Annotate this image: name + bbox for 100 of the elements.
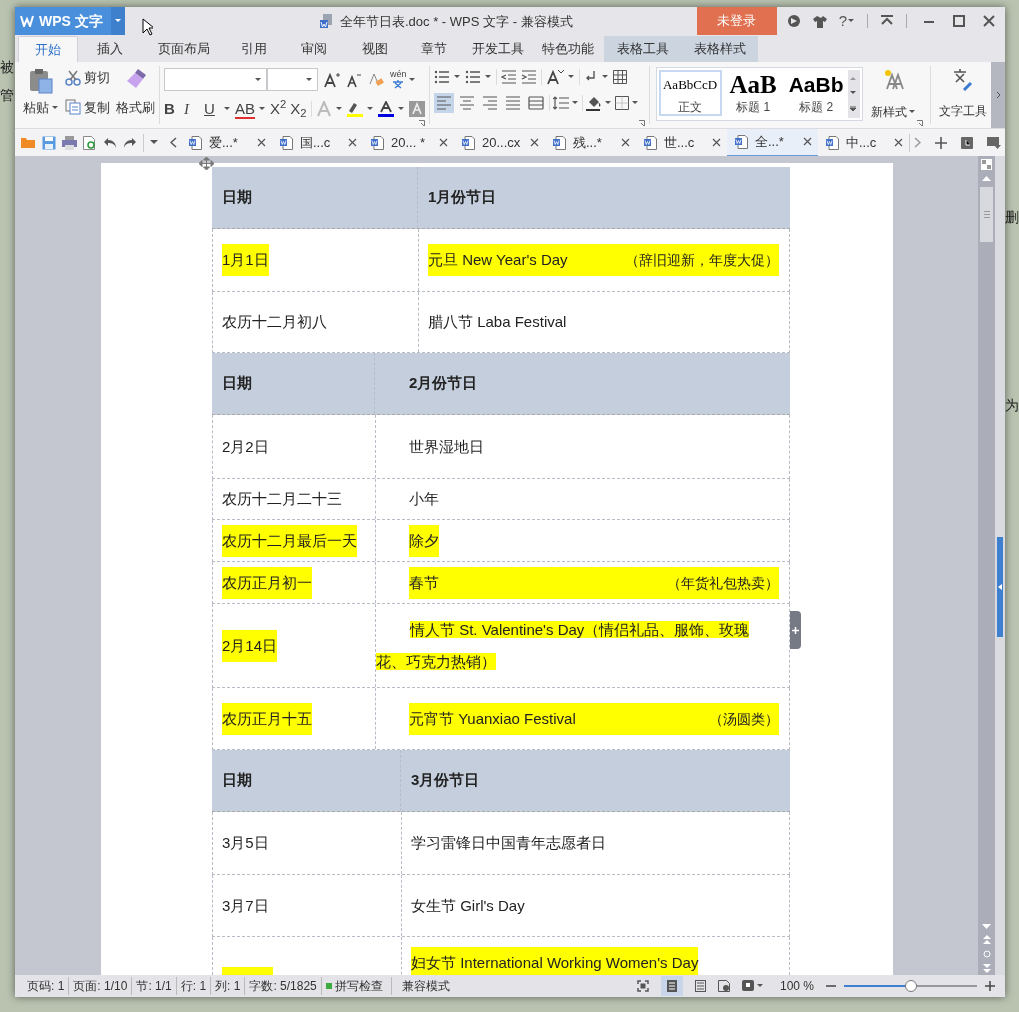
font-size-field[interactable] — [267, 68, 318, 91]
shirt-icon[interactable] — [812, 14, 827, 28]
caret-icon[interactable] — [453, 75, 461, 79]
chevron-left-icon[interactable] — [170, 137, 177, 148]
menu-tab[interactable]: 表格样式 — [682, 36, 758, 62]
status-text[interactable]: 兼容模式 — [390, 977, 450, 995]
close-icon[interactable] — [348, 138, 357, 147]
format-toggle[interactable]: X$^{2}$ — [270, 99, 287, 119]
print-icon[interactable] — [62, 135, 77, 150]
document-tab[interactable]: 全...* — [727, 128, 818, 157]
dialog-launcher-icon[interactable] — [418, 120, 425, 126]
caret-icon[interactable] — [366, 107, 374, 111]
line-spacing-icon[interactable] — [552, 96, 569, 110]
caret-icon[interactable] — [848, 19, 855, 23]
format-toggle[interactable]: B — [164, 99, 180, 119]
borders-icon[interactable] — [614, 96, 629, 110]
format-toggle[interactable]: U — [204, 99, 220, 119]
dialog-launcher-icon[interactable] — [638, 120, 645, 126]
skin-icon[interactable] — [786, 14, 801, 28]
style-option[interactable]: AaBbCcD 正文 — [658, 70, 722, 116]
close-icon[interactable] — [530, 138, 539, 147]
table-grid-icon[interactable] — [612, 70, 627, 84]
caret-icon[interactable] — [259, 107, 266, 111]
text-tools-button[interactable]: 文字工具 — [934, 62, 991, 128]
close-icon[interactable] — [894, 138, 903, 147]
table-move-handle-icon[interactable] — [199, 157, 214, 170]
save-icon[interactable] — [42, 135, 56, 150]
collapse-ribbon-icon[interactable] — [880, 15, 894, 27]
sort-icon[interactable] — [545, 69, 564, 85]
phonetic-guide-button[interactable]: wén — [390, 70, 416, 89]
caret-icon[interactable] — [631, 101, 639, 105]
menu-tab[interactable]: 表格工具 — [604, 36, 682, 62]
highlighter-icon[interactable] — [346, 101, 363, 117]
new-style-button[interactable]: 新样式 — [870, 67, 916, 121]
add-row-handle[interactable] — [790, 611, 801, 649]
maximize-icon[interactable] — [953, 15, 965, 27]
caret-icon[interactable] — [224, 107, 231, 111]
spell-check-button[interactable]: 拼写检查 — [320, 977, 387, 995]
document-tab[interactable]: 爱...* — [181, 128, 272, 157]
reading-view-button[interactable] — [741, 980, 764, 992]
caret-icon[interactable] — [604, 101, 612, 105]
close-icon[interactable] — [983, 15, 995, 27]
menu-tab[interactable]: 章节 — [404, 36, 464, 62]
clock-icon[interactable] — [961, 136, 973, 149]
copy-button[interactable]: 复制 — [65, 97, 110, 117]
decrease-indent-icon[interactable] — [500, 70, 517, 84]
increase-indent-icon[interactable] — [520, 70, 537, 84]
document-tab[interactable]: 残...* — [545, 128, 636, 157]
caret-icon[interactable] — [567, 75, 575, 79]
alignment-button[interactable] — [525, 93, 546, 113]
caret-icon[interactable] — [408, 77, 416, 82]
caret-icon[interactable] — [756, 984, 764, 988]
paste-button[interactable]: 粘贴 — [23, 68, 59, 118]
add-icon[interactable] — [935, 136, 947, 149]
document-tab[interactable]: 20... * — [363, 128, 454, 157]
grow-font-icon[interactable] — [324, 71, 340, 88]
close-icon[interactable] — [803, 137, 812, 146]
web-view-icon[interactable] — [717, 980, 730, 992]
side-panel-toggle[interactable] — [997, 537, 1003, 637]
menu-tab[interactable]: 页面布局 — [142, 36, 226, 62]
dropdown-caret-icon[interactable] — [150, 140, 158, 145]
document-tab[interactable]: 世...c — [636, 128, 727, 157]
caret-icon[interactable] — [255, 77, 262, 82]
caret-icon[interactable] — [306, 77, 313, 82]
caret-icon[interactable] — [397, 107, 405, 111]
clipboard-icon[interactable] — [28, 68, 54, 94]
help-button[interactable]: ? — [838, 9, 855, 33]
scrollbar-thumb[interactable] — [980, 187, 993, 242]
bullet-list-icon[interactable] — [433, 70, 450, 84]
document-tab[interactable]: 中...c — [818, 128, 909, 157]
menu-tab[interactable]: 审阅 — [282, 36, 346, 62]
caret-icon[interactable] — [484, 75, 492, 79]
wps-logo-icon[interactable] — [20, 15, 34, 27]
close-icon[interactable] — [439, 138, 448, 147]
document-tab[interactable]: 20...cx — [454, 128, 545, 157]
caret-icon[interactable] — [908, 110, 916, 114]
cut-button[interactable]: 剪切 — [65, 68, 110, 88]
menu-tab[interactable]: 引用 — [226, 36, 282, 62]
slider-thumb[interactable] — [904, 980, 917, 992]
redo-icon[interactable] — [123, 136, 137, 149]
zoom-in-icon[interactable] — [985, 981, 995, 991]
close-icon[interactable] — [257, 138, 266, 147]
format-toggle[interactable]: X$_{2}$ — [290, 99, 307, 119]
menu-tab[interactable]: 开始 — [18, 36, 78, 62]
format-toggle[interactable]: I — [184, 99, 200, 119]
dialog-launcher-icon[interactable] — [916, 120, 923, 126]
close-icon[interactable] — [621, 138, 630, 147]
caret-icon[interactable] — [571, 101, 579, 105]
undo-icon[interactable] — [103, 136, 117, 149]
vertical-scrollbar[interactable] — [978, 156, 995, 975]
alignment-button[interactable] — [433, 93, 454, 113]
menu-tab[interactable]: 开发工具 — [464, 36, 532, 62]
font-color-icon[interactable] — [377, 101, 394, 117]
page-view-button[interactable] — [660, 976, 683, 996]
font-name-field[interactable] — [164, 68, 267, 91]
menu-tab[interactable]: 插入 — [78, 36, 142, 62]
menu-tab[interactable]: 特色功能 — [532, 36, 604, 62]
print-preview-icon[interactable] — [83, 135, 97, 150]
caret-icon[interactable] — [601, 75, 609, 79]
chevron-right-icon[interactable] — [914, 137, 921, 148]
